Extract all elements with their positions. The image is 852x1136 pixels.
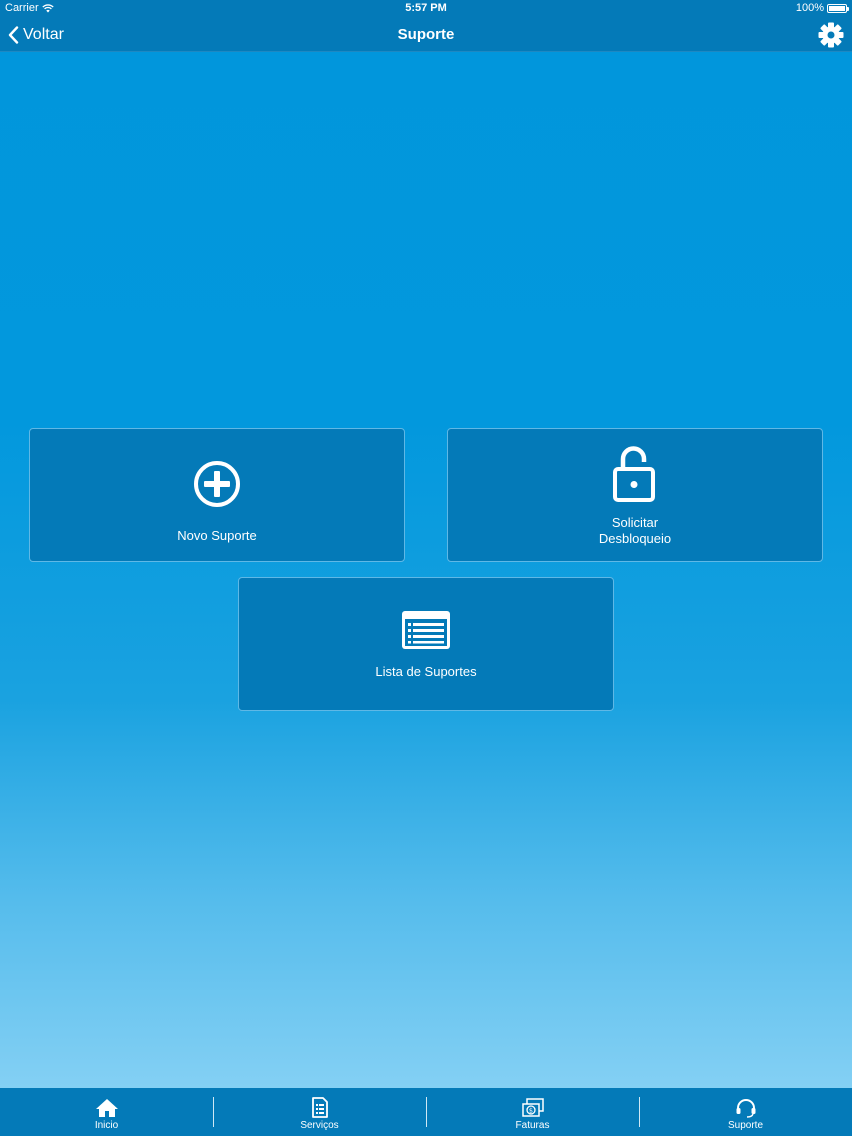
tab-bar: Inicio Serviços $ Faturas Suporte — [0, 1088, 852, 1136]
lista-suportes-label: Lista de Suportes — [375, 664, 477, 679]
back-label: Voltar — [23, 26, 64, 43]
tab-suporte[interactable]: Suporte — [639, 1088, 852, 1136]
page-title: Suporte — [397, 26, 455, 43]
battery-icon — [827, 3, 849, 13]
navigation-bar: Carrier 5:57 PM 100% Voltar Suporte — [0, 0, 852, 52]
tab-inicio-label: Inicio — [94, 1120, 119, 1131]
back-button[interactable]: Voltar — [8, 24, 64, 46]
status-time: 5:57 PM — [405, 2, 447, 14]
novo-suporte-button[interactable]: Novo Suporte — [29, 428, 405, 562]
tab-inicio[interactable]: Inicio — [0, 1088, 213, 1136]
lista-suportes-button[interactable]: Lista de Suportes — [238, 577, 614, 711]
battery-percent: 100% — [795, 2, 824, 14]
list-window-icon — [402, 611, 450, 649]
headset-icon — [736, 1099, 755, 1118]
tab-suporte-label: Suporte — [727, 1120, 764, 1131]
plus-circle-icon — [194, 461, 240, 507]
document-list-icon — [311, 1097, 328, 1118]
novo-suporte-label: Novo Suporte — [177, 528, 257, 543]
tab-faturas[interactable]: $ Faturas — [426, 1088, 639, 1136]
gear-icon[interactable] — [818, 22, 844, 48]
home-icon — [95, 1099, 118, 1117]
status-bar: Carrier 5:57 PM 100% — [0, 0, 852, 18]
chevron-left-icon — [8, 26, 19, 44]
tab-faturas-label: Faturas — [515, 1120, 550, 1131]
tab-servicos[interactable]: Serviços — [213, 1088, 426, 1136]
unlocked-padlock-icon — [613, 446, 655, 502]
money-bills-icon: $ — [521, 1098, 544, 1117]
solicitar-label-line2: Desbloqueio — [598, 531, 672, 546]
tab-servicos-label: Serviços — [300, 1120, 339, 1131]
svg-text:$: $ — [528, 1107, 532, 1115]
solicitar-label-line1: Solicitar — [611, 515, 659, 530]
battery-info: 100% — [795, 2, 849, 14]
solicitar-desbloqueio-button[interactable]: Solicitar Desbloqueio — [447, 428, 823, 562]
